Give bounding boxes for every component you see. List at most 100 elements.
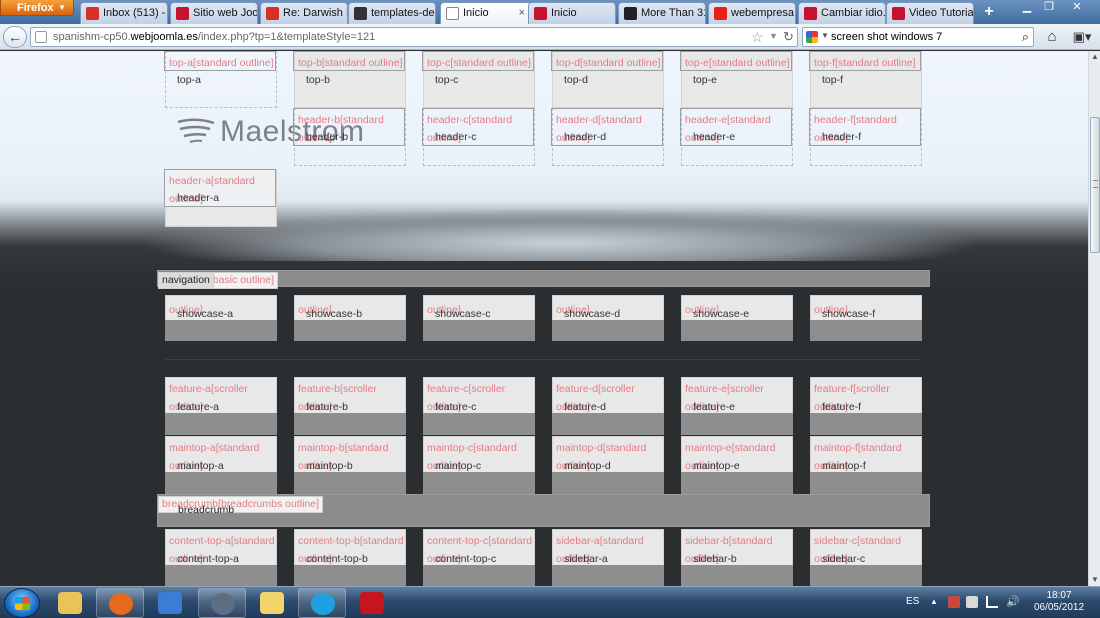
position-name: showcase-d: [564, 308, 621, 320]
browser-tab[interactable]: Inicio ×: [440, 2, 532, 24]
show-hidden-icons-icon[interactable]: ▲: [930, 597, 938, 606]
address-bar[interactable]: spanishm-cp50.webjoomla.es/index.php?tp=…: [30, 27, 798, 47]
position-name: top-a: [177, 74, 201, 86]
browser-tab[interactable]: Inbox (513) - ...: [80, 2, 168, 24]
youtube-icon: [714, 7, 727, 20]
position-footer-strip: [165, 472, 277, 494]
position-name: sidebar-b: [693, 553, 737, 565]
taskbar-app-button[interactable]: [198, 588, 246, 618]
taskbar-app-button[interactable]: [348, 588, 396, 618]
position-footer-strip: [681, 565, 793, 586]
webempresa-icon: [534, 7, 547, 20]
network-signal-icon[interactable]: [986, 596, 998, 608]
bookmark-star-icon[interactable]: ☆: [751, 29, 764, 46]
maintop-position: maintop-b[standard outline] maintop-b: [294, 436, 406, 494]
browser-tab[interactable]: Sitio web Joo...: [170, 2, 258, 24]
navigation-label: navigation: [158, 272, 214, 289]
minimize-button[interactable]: ▁: [1016, 0, 1038, 16]
position-footer-strip: [294, 320, 406, 341]
scrollbar-grip: [1093, 180, 1098, 188]
new-tab-button[interactable]: +: [980, 3, 998, 21]
url-history-dropdown-icon[interactable]: ▼: [769, 31, 778, 41]
volume-speaker-icon[interactable]: 🔊: [1006, 596, 1020, 608]
folder-icon: [260, 592, 284, 614]
reload-icon[interactable]: ↻: [783, 29, 794, 45]
back-button[interactable]: ←: [3, 26, 27, 48]
position-name: feature-f: [822, 401, 862, 413]
position-name: showcase-c: [435, 308, 491, 320]
taskbar-app-button[interactable]: [96, 588, 144, 618]
browser-tab[interactable]: More Than 31...: [618, 2, 706, 24]
position-name: header-f: [822, 131, 862, 143]
action-center-flag-icon[interactable]: [966, 596, 978, 608]
system-clock[interactable]: 18:07 06/05/2012: [1024, 590, 1094, 614]
addon-bar-button[interactable]: ▣▾: [1068, 26, 1096, 48]
position-footer-strip: [294, 565, 406, 586]
maximize-button[interactable]: ❐: [1038, 0, 1060, 16]
top-position: top-f[standard outline] top-f: [809, 51, 922, 108]
top-position: top-a[standard outline] top-a: [164, 51, 277, 108]
outline-label: top-f[standard outline]: [814, 57, 916, 69]
google-icon[interactable]: [806, 31, 818, 43]
taskbar-app-button[interactable]: [298, 588, 346, 618]
search-engine-dropdown-icon[interactable]: ▼: [821, 31, 829, 40]
scroll-down-arrow-icon[interactable]: ▼: [1089, 574, 1100, 586]
gmail-icon: [266, 7, 279, 20]
browser-tab[interactable]: Inicio: [528, 2, 616, 24]
vertical-scrollbar[interactable]: ▲ ▼: [1088, 51, 1100, 586]
dropdown-arrow-icon: ▼: [58, 3, 66, 12]
position-name: sidebar-c: [822, 553, 866, 565]
header-position: header-e[standard outline] header-e: [680, 108, 793, 166]
position-name: top-c: [435, 74, 459, 86]
maintop-position: maintop-c[standard outline] maintop-c: [423, 436, 535, 494]
tab-label: Inicio: [463, 7, 489, 19]
position-name: top-b: [306, 74, 330, 86]
position-name: top-f: [822, 74, 844, 86]
home-icon: ⌂: [1047, 28, 1057, 45]
taskbar-app-button[interactable]: [248, 588, 296, 618]
home-button[interactable]: ⌂: [1040, 26, 1064, 48]
outline-label: top-b[standard outline]: [298, 57, 403, 69]
position-footer-strip: [681, 472, 793, 494]
position-name: maintop-a: [177, 460, 224, 472]
maintop-position: maintop-e[standard outline] maintop-e: [681, 436, 793, 494]
outline-label: top-d[standard outline]: [556, 57, 661, 69]
position-footer-strip: [165, 413, 277, 435]
header-position: header-c[standard outline] header-c: [422, 108, 535, 166]
feature-position: feature-b[scroller outline] feature-b: [294, 377, 406, 435]
browser-tab[interactable]: templates-de...: [348, 2, 436, 24]
search-bar[interactable]: ▼ screen shot windows 7 ⌕: [802, 27, 1034, 47]
search-input[interactable]: screen shot windows 7: [831, 28, 942, 47]
tray-app-icon[interactable]: [948, 596, 960, 608]
start-button[interactable]: [4, 588, 40, 618]
browser-tab[interactable]: Cambiar idio...: [798, 2, 886, 24]
media-player-icon: [158, 592, 182, 614]
showcase-position: outline] showcase-b: [294, 295, 406, 341]
scroll-up-arrow-icon[interactable]: ▲: [1089, 51, 1100, 63]
position-name: content-top-a: [177, 553, 239, 565]
taskbar-app-button[interactable]: [146, 588, 194, 618]
taskbar-app-button[interactable]: [46, 588, 94, 618]
page-icon: [446, 7, 459, 20]
language-indicator[interactable]: ES: [906, 596, 919, 607]
webempresa-icon: [892, 7, 905, 20]
site-identity-icon[interactable]: [35, 31, 47, 43]
browser-tab[interactable]: Re: Darwish M...: [260, 2, 348, 24]
showcase-position: outline] showcase-c: [423, 295, 535, 341]
feature-position: feature-e[scroller outline] feature-e: [681, 377, 793, 435]
browser-tab[interactable]: Video Tutorial...: [886, 2, 974, 24]
browser-tab[interactable]: webempresa -...: [708, 2, 796, 24]
search-icon[interactable]: ⌕: [1022, 29, 1029, 45]
position-name: feature-d: [564, 401, 607, 413]
position-footer-strip: [681, 320, 793, 341]
feature-position: feature-c[scroller outline] feature-c: [423, 377, 535, 435]
position-name: maintop-b: [306, 460, 353, 472]
firefox-menu-button[interactable]: Firefox ▼: [0, 0, 74, 16]
outline-label: top-a[standard outline]: [169, 57, 274, 69]
close-window-button[interactable]: ✕: [1066, 0, 1088, 16]
position-footer-strip: [681, 413, 793, 435]
content-row-position: sidebar-c[standard outline] sidebar-c: [810, 529, 922, 586]
scrollbar-thumb[interactable]: [1090, 117, 1100, 253]
position-name: showcase-b: [306, 308, 363, 320]
close-tab-icon[interactable]: ×: [519, 3, 525, 23]
